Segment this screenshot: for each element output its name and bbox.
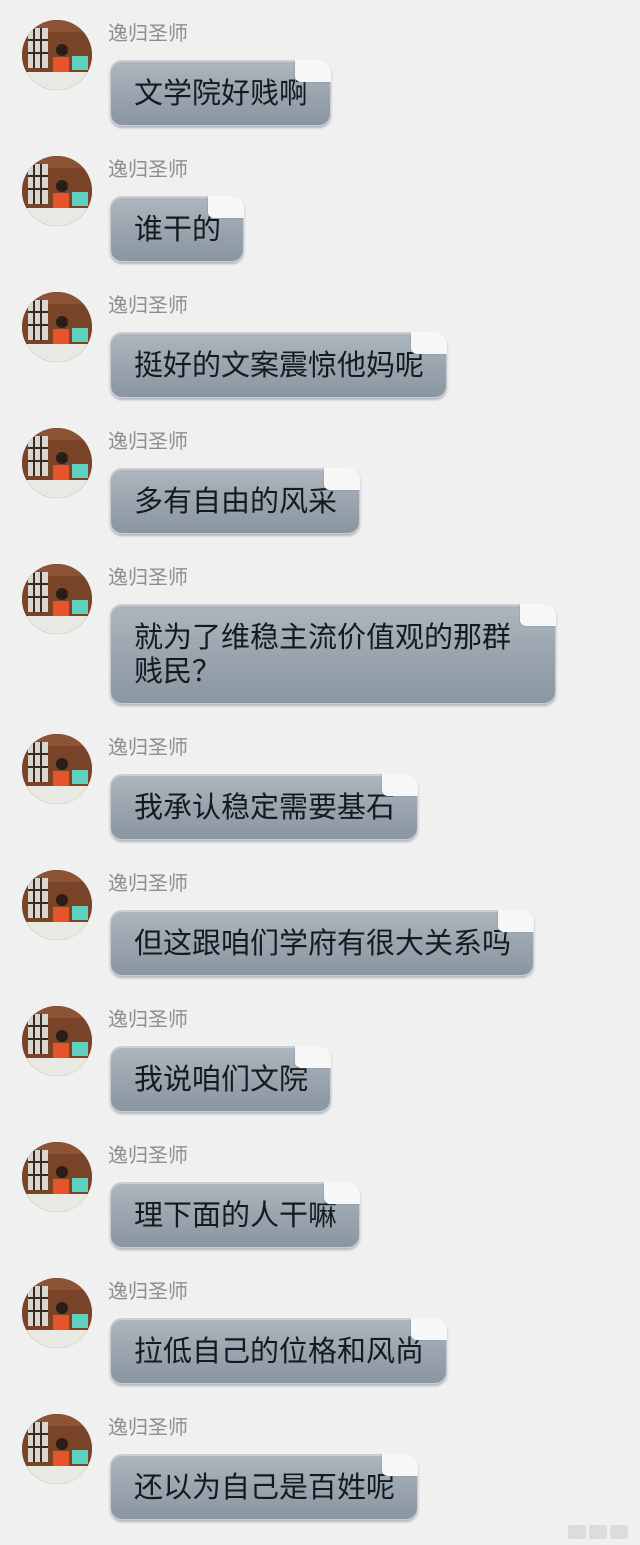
sender-name: 逸归圣师 [108, 21, 188, 45]
bubble-corner [295, 1046, 332, 1068]
message-bubble[interactable]: 就为了维稳主流价值观的那群贱民？ [110, 604, 556, 704]
avatar-photo-icon [22, 20, 92, 90]
sender-name: 逸归圣师 [108, 871, 188, 895]
bubble-corner [411, 1318, 448, 1340]
bubble-corner [208, 196, 245, 218]
avatar[interactable] [22, 564, 92, 634]
avatar-photo-icon [22, 870, 92, 940]
bubble-corner [295, 60, 332, 82]
message-text: 多有自由的风采 [134, 484, 338, 518]
avatar[interactable] [22, 428, 92, 498]
avatar-photo-icon [22, 428, 92, 498]
avatar-photo-icon [22, 1414, 92, 1484]
message-text: 我说咱们文院 [134, 1062, 309, 1096]
avatar[interactable] [22, 1006, 92, 1076]
message-bubble[interactable]: 拉低自己的位格和风尚 [110, 1318, 448, 1384]
message-bubble[interactable]: 文学院好贱啊 [110, 60, 332, 126]
sender-name: 逸归圣师 [108, 1279, 188, 1303]
message-text: 还以为自己是百姓呢 [134, 1470, 396, 1504]
avatar-photo-icon [22, 156, 92, 226]
message-bubble[interactable]: 还以为自己是百姓呢 [110, 1454, 419, 1520]
message-text: 我承认稳定需要基石 [134, 790, 396, 824]
message-bubble[interactable]: 我说咱们文院 [110, 1046, 332, 1112]
avatar[interactable] [22, 1414, 92, 1484]
watermark [568, 1525, 628, 1539]
message-text: 但这跟咱们学府有很大关系吗 [134, 926, 512, 960]
bubble-corner [520, 604, 556, 626]
watermark-block [568, 1525, 586, 1539]
message-bubble[interactable]: 挺好的文案震惊他妈呢 [110, 332, 448, 398]
sender-name: 逸归圣师 [108, 735, 188, 759]
avatar-photo-icon [22, 734, 92, 804]
avatar[interactable] [22, 292, 92, 362]
message-bubble[interactable]: 但这跟咱们学府有很大关系吗 [110, 910, 535, 976]
watermark-block [610, 1525, 628, 1539]
message-text: 拉低自己的位格和风尚 [134, 1334, 425, 1368]
avatar[interactable] [22, 1142, 92, 1212]
avatar-photo-icon [22, 1142, 92, 1212]
sender-name: 逸归圣师 [108, 1415, 188, 1439]
avatar-photo-icon [22, 1006, 92, 1076]
bubble-corner [498, 910, 535, 932]
sender-name: 逸归圣师 [108, 429, 188, 453]
message-text: 文学院好贱啊 [134, 76, 309, 110]
avatar[interactable] [22, 156, 92, 226]
bubble-corner [324, 468, 361, 490]
bubble-corner [411, 332, 448, 354]
message-text: 挺好的文案震惊他妈呢 [134, 348, 425, 382]
watermark-block [589, 1525, 607, 1539]
message-text: 谁干的 [134, 212, 222, 246]
message-text: 就为了维稳主流价值观的那群贱民？ [134, 620, 512, 688]
avatar[interactable] [22, 20, 92, 90]
avatar-photo-icon [22, 564, 92, 634]
sender-name: 逸归圣师 [108, 565, 188, 589]
message-bubble[interactable]: 理下面的人干嘛 [110, 1182, 361, 1248]
avatar-photo-icon [22, 1278, 92, 1348]
bubble-corner [382, 1454, 419, 1476]
message-text: 理下面的人干嘛 [134, 1198, 338, 1232]
bubble-corner [382, 774, 419, 796]
bubble-corner [324, 1182, 361, 1204]
avatar[interactable] [22, 1278, 92, 1348]
message-bubble[interactable]: 多有自由的风采 [110, 468, 361, 534]
avatar-photo-icon [22, 292, 92, 362]
message-bubble[interactable]: 谁干的 [110, 196, 245, 262]
message-bubble[interactable]: 我承认稳定需要基石 [110, 774, 419, 840]
sender-name: 逸归圣师 [108, 293, 188, 317]
sender-name: 逸归圣师 [108, 1007, 188, 1031]
chat-thread: 逸归圣师 文学院好贱啊 逸归圣师 谁干的 逸归圣师 挺好的文案震惊他妈呢 逸归圣… [0, 0, 640, 1545]
avatar[interactable] [22, 734, 92, 804]
sender-name: 逸归圣师 [108, 157, 188, 181]
sender-name: 逸归圣师 [108, 1143, 188, 1167]
avatar[interactable] [22, 870, 92, 940]
